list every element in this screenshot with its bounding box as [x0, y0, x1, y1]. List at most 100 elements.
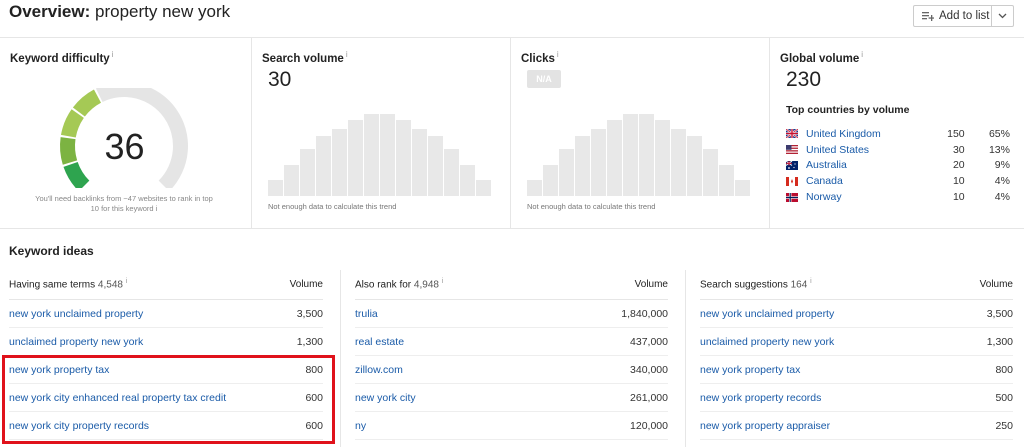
- chevron-down-icon: [998, 13, 1007, 19]
- country-row: United Kingdom 150 65%: [786, 126, 1010, 142]
- search-volume-note: Not enough data to calculate this trend: [268, 202, 397, 211]
- column-header: Also rank for 4,948 i Volume: [355, 270, 668, 300]
- info-icon[interactable]: i: [557, 50, 559, 59]
- country-name[interactable]: United Kingdom: [806, 128, 919, 140]
- info-icon[interactable]: i: [156, 204, 158, 213]
- search-volume-trend-placeholder: [268, 114, 491, 196]
- global-volume-title: Global volume i: [780, 50, 864, 65]
- add-to-list-button[interactable]: Add to list: [913, 5, 1014, 27]
- country-volume: 150: [947, 127, 965, 140]
- us-flag-icon: [786, 145, 798, 155]
- keyword-volume: 800: [995, 363, 1013, 376]
- keyword-volume: 250: [995, 419, 1013, 432]
- list-add-icon: [922, 12, 934, 21]
- volume-header: Volume: [979, 279, 1013, 290]
- search-suggestions-column: Search suggestions 164 i Volume new york…: [685, 270, 1013, 447]
- keyword-link[interactable]: trulia: [355, 308, 378, 320]
- add-to-list-dropdown[interactable]: [992, 6, 1013, 26]
- table-row: unclaimed property new york 1,300: [700, 328, 1013, 356]
- table-row: new york property tax 800: [700, 356, 1013, 384]
- country-volume: 30: [952, 143, 965, 156]
- clicks-title: Clicks i: [521, 50, 559, 65]
- add-to-list-main[interactable]: Add to list: [914, 6, 992, 26]
- keyword-volume: 437,000: [630, 335, 668, 348]
- keyword-link[interactable]: zillow.com: [355, 364, 403, 376]
- ca-flag-icon: [786, 176, 798, 186]
- search-volume-panel: Search volume i 30 Not enough data to cal…: [252, 38, 511, 228]
- country-row: United States 30 13%: [786, 142, 1010, 158]
- volume-header: Volume: [634, 279, 668, 290]
- country-percent: 4%: [994, 175, 1010, 188]
- country-volume: 10: [952, 191, 965, 204]
- table-row: zillow.com 340,000: [355, 356, 668, 384]
- page-title-prefix: Overview:: [9, 2, 91, 21]
- au-flag-icon: [786, 160, 798, 170]
- global-volume-value: 230: [786, 68, 822, 91]
- keyword-volume: 120,000: [630, 419, 668, 432]
- clicks-panel: Clicks i N/A Not enough data to calculate…: [511, 38, 770, 228]
- keyword-volume: 3,500: [296, 307, 323, 320]
- keyword-link[interactable]: new york unclaimed property: [700, 308, 834, 320]
- keyword-link[interactable]: unclaimed property new york: [9, 336, 143, 348]
- country-name[interactable]: Canada: [806, 175, 919, 187]
- clicks-note: Not enough data to calculate this trend: [527, 202, 656, 211]
- uk-flag-icon: [786, 129, 798, 139]
- column-title[interactable]: Having same terms 4,548 i: [9, 278, 127, 290]
- country-percent: 9%: [994, 159, 1010, 172]
- keyword-volume: 500: [995, 391, 1013, 404]
- highlight-box: [2, 355, 335, 444]
- keyword-link[interactable]: new york property appraiser: [700, 420, 830, 432]
- info-icon: i: [441, 278, 444, 286]
- add-to-list-label: Add to list: [939, 10, 990, 22]
- keyword-volume: 3,500: [986, 307, 1013, 320]
- column-title[interactable]: Also rank for 4,948 i: [355, 278, 443, 290]
- keyword-difficulty-panel: Keyword difficulty i 36 You'll need backl…: [0, 38, 252, 228]
- keyword-volume: 1,840,000: [621, 307, 668, 320]
- country-name[interactable]: Australia: [806, 159, 919, 171]
- keyword-link[interactable]: new york property tax: [700, 364, 800, 376]
- country-row: Canada 10 4%: [786, 173, 1010, 189]
- volume-header: Volume: [289, 279, 323, 290]
- keyword-volume: 261,000: [630, 391, 668, 404]
- keyword-volume: 340,000: [630, 363, 668, 376]
- info-icon[interactable]: i: [861, 50, 863, 59]
- info-icon[interactable]: i: [346, 50, 348, 59]
- top-countries-title: Top countries by volume: [786, 104, 910, 116]
- info-icon: i: [125, 278, 128, 286]
- keyword-volume: 1,300: [296, 335, 323, 348]
- keyword-link[interactable]: new york unclaimed property: [9, 308, 143, 320]
- table-row: real estate 437,000: [355, 328, 668, 356]
- country-percent: 65%: [988, 127, 1010, 140]
- clicks-value: N/A: [527, 70, 561, 88]
- table-row: new york property records 500: [700, 384, 1013, 412]
- column-header: Having same terms 4,548 i Volume: [9, 270, 323, 300]
- keyword-link[interactable]: ny: [355, 420, 366, 432]
- country-name[interactable]: Norway: [806, 191, 919, 203]
- table-row: trulia 1,840,000: [355, 300, 668, 328]
- keyword-link[interactable]: real estate: [355, 336, 404, 348]
- table-row: unclaimed property new york 1,300: [9, 328, 323, 356]
- also-rank-column: Also rank for 4,948 i Volume trulia 1,840…: [340, 270, 668, 447]
- global-volume-panel: Global volume i 230 Top countries by volu…: [770, 38, 1024, 228]
- search-volume-title: Search volume i: [262, 50, 348, 65]
- table-row: new york property appraiser 250: [700, 412, 1013, 440]
- table-row: new york city 261,000: [355, 384, 668, 412]
- keyword-volume: 1,300: [986, 335, 1013, 348]
- country-percent: 4%: [994, 191, 1010, 204]
- keyword-link[interactable]: unclaimed property new york: [700, 336, 834, 348]
- country-row: Norway 10 4%: [786, 189, 1010, 205]
- search-volume-value: 30: [268, 68, 292, 91]
- column-title[interactable]: Search suggestions 164 i: [700, 278, 812, 290]
- difficulty-note: You'll need backlinks from ~47 websites …: [35, 194, 213, 213]
- keyword-link[interactable]: new york city: [355, 392, 416, 404]
- table-row: ny 120,000: [355, 412, 668, 440]
- info-icon[interactable]: i: [112, 50, 114, 59]
- country-name[interactable]: United States: [806, 144, 919, 156]
- keyword-difficulty-title: Keyword difficulty i: [10, 50, 114, 65]
- divider: [0, 228, 1024, 229]
- country-volume: 10: [952, 175, 965, 188]
- column-header: Search suggestions 164 i Volume: [700, 270, 1013, 300]
- country-row: Australia 20 9%: [786, 158, 1010, 174]
- clicks-trend-placeholder: [527, 114, 750, 196]
- keyword-link[interactable]: new york property records: [700, 392, 821, 404]
